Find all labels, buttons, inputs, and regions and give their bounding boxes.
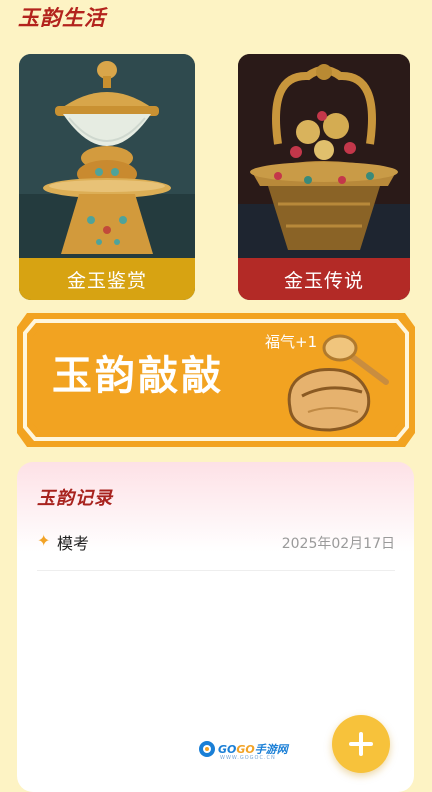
- record-date: 2025年02月17日: [281, 536, 395, 552]
- app-title: 玉韵生活: [18, 6, 106, 30]
- card-appreciation[interactable]: 金玉鉴赏: [19, 54, 195, 300]
- card-legend[interactable]: 金玉传说: [238, 54, 410, 300]
- plus-icon: [349, 732, 373, 756]
- star-icon: ✦: [37, 531, 51, 550]
- card-appreciation-label: 金玉鉴赏: [19, 258, 195, 300]
- card-legend-label: 金玉传说: [238, 258, 410, 300]
- gogo-logo-icon: [199, 741, 215, 757]
- bonus-text: 福气+1: [265, 333, 318, 351]
- watermark-subtext: WWW.GOGOC.CN: [220, 755, 276, 761]
- gold-ornament-image: [238, 54, 410, 258]
- record-item[interactable]: ✦ 模考 2025年02月17日: [37, 526, 395, 571]
- banner-title: 玉韵敲敲: [52, 353, 224, 399]
- watermark-logo: GOGO手游网 WWW.GOGOC.CN: [198, 738, 288, 761]
- records-title: 玉韵记录: [37, 488, 113, 509]
- jade-bowl-image: [19, 54, 195, 258]
- add-record-button[interactable]: [332, 715, 390, 773]
- record-name: 模考: [57, 534, 90, 553]
